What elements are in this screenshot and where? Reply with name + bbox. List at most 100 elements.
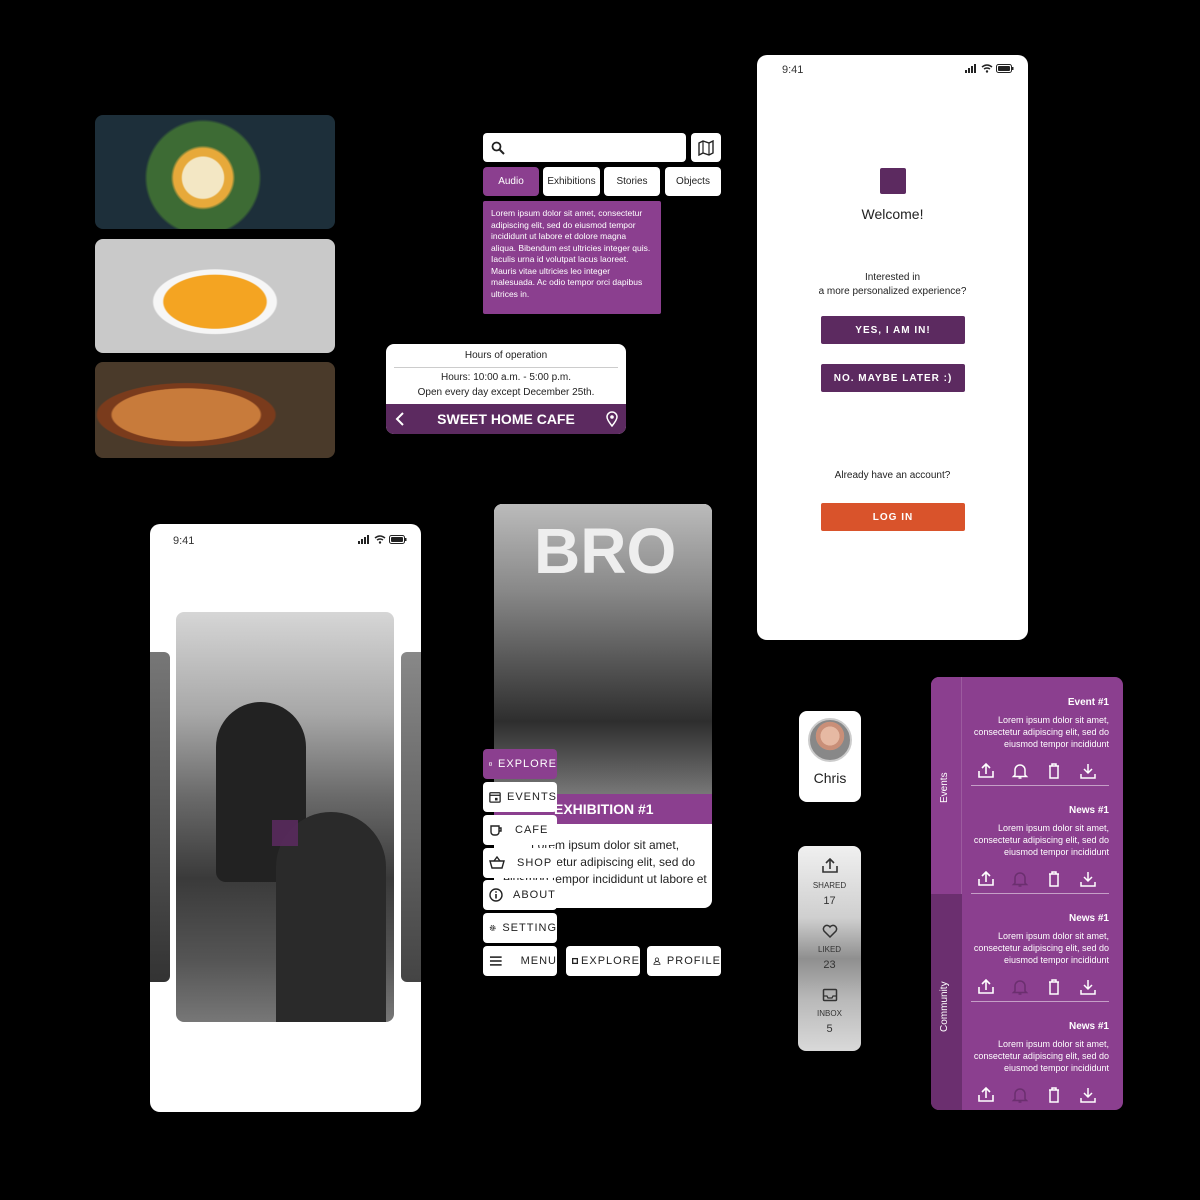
wifi-icon bbox=[374, 535, 386, 544]
bell-icon[interactable] bbox=[1011, 978, 1029, 996]
menu-item-cafe[interactable]: CAFE bbox=[483, 815, 557, 845]
menu-item-label: EXPLORE bbox=[498, 758, 557, 770]
museum-logo-icon bbox=[572, 957, 579, 965]
divider bbox=[971, 893, 1109, 894]
stat-shared[interactable]: SHARED 17 bbox=[798, 857, 861, 907]
side-tab-label: Community bbox=[939, 981, 950, 1032]
featured-photo[interactable] bbox=[176, 612, 394, 1022]
item-actions bbox=[967, 762, 1109, 780]
profile-card[interactable]: Chris bbox=[799, 711, 861, 802]
cafe-name: SWEET HOME CAFE bbox=[437, 411, 575, 427]
maybe-later-button[interactable]: NO. MAYBE LATER :) bbox=[821, 364, 965, 392]
item-actions bbox=[967, 870, 1109, 888]
share-icon[interactable] bbox=[977, 1086, 995, 1104]
stat-liked[interactable]: LIKED 23 bbox=[798, 924, 861, 971]
bottom-nav-label: PROFILE bbox=[666, 955, 721, 967]
cafe-title-bar: SWEET HOME CAFE bbox=[386, 404, 626, 434]
menu-item-label: ABOUT bbox=[513, 889, 556, 901]
menu-item-label: EVENTS bbox=[506, 791, 557, 803]
filter-stories[interactable]: Stories bbox=[604, 167, 660, 196]
side-tab-label: Events bbox=[939, 772, 950, 803]
yes-button[interactable]: YES, I AM IN! bbox=[821, 316, 965, 344]
item-title: News #1 bbox=[1068, 1021, 1109, 1032]
search-icon bbox=[491, 141, 505, 155]
coffee-cup-icon bbox=[490, 825, 502, 836]
trash-icon[interactable] bbox=[1045, 978, 1063, 996]
museum-logo-icon bbox=[272, 820, 298, 846]
community-item[interactable]: News #1 Lorem ipsum dolor sit amet, cons… bbox=[967, 805, 1123, 888]
map-button[interactable] bbox=[691, 133, 721, 162]
menu-item-events[interactable]: EVENTS bbox=[483, 782, 557, 812]
exhibition-overlay-text: BRO bbox=[534, 515, 677, 587]
bell-icon[interactable] bbox=[1011, 762, 1029, 780]
stat-label: INBOX bbox=[817, 1009, 842, 1018]
filter-objects[interactable]: Objects bbox=[665, 167, 721, 196]
item-title: News #1 bbox=[1068, 913, 1109, 924]
download-icon[interactable] bbox=[1079, 762, 1097, 780]
side-tab-events[interactable]: Events bbox=[931, 677, 962, 894]
status-icons bbox=[357, 535, 407, 547]
menu-item-explore[interactable]: EXPLORE bbox=[483, 749, 557, 779]
trash-icon[interactable] bbox=[1045, 762, 1063, 780]
welcome-phone-screen: 9:41 Welcome! Interested in a more perso… bbox=[757, 55, 1028, 640]
signal-icon bbox=[357, 535, 369, 544]
community-item[interactable]: News #1 Lorem ipsum dolor sit amet, cons… bbox=[967, 1021, 1123, 1104]
photo-phone-screen: 9:41 bbox=[150, 524, 421, 1112]
filter-audio[interactable]: Audio bbox=[483, 167, 539, 196]
bottom-nav-label: MENU bbox=[520, 955, 557, 967]
filter-exhibitions[interactable]: Exhibitions bbox=[543, 167, 600, 196]
status-icons bbox=[964, 64, 1014, 76]
cafe-hours-title: Hours of operation bbox=[464, 350, 548, 361]
exhibition-title: EXHIBITION #1 bbox=[554, 801, 654, 817]
info-icon bbox=[489, 888, 503, 902]
bottom-nav-label: EXPLORE bbox=[581, 955, 640, 967]
share-icon[interactable] bbox=[977, 978, 995, 996]
menu-item-setting[interactable]: SETTING bbox=[483, 913, 557, 943]
trash-icon[interactable] bbox=[1045, 870, 1063, 888]
item-description: Lorem ipsum dolor sit amet, consectetur … bbox=[973, 1039, 1109, 1073]
search-input[interactable] bbox=[511, 141, 681, 154]
heart-icon bbox=[822, 924, 837, 939]
item-description: Lorem ipsum dolor sit amet, consectetur … bbox=[973, 931, 1109, 965]
account-prompt: Already have an account? bbox=[834, 470, 951, 481]
download-icon[interactable] bbox=[1079, 1086, 1097, 1104]
chevron-left-icon[interactable] bbox=[394, 412, 406, 426]
download-icon[interactable] bbox=[1079, 870, 1097, 888]
side-photo-left bbox=[150, 652, 170, 982]
share-icon[interactable] bbox=[977, 762, 995, 780]
question-line-1: Interested in bbox=[864, 272, 921, 283]
person-icon bbox=[653, 957, 661, 965]
community-item[interactable]: Event #1 Lorem ipsum dolor sit amet, con… bbox=[967, 697, 1123, 780]
search-bar[interactable] bbox=[483, 133, 686, 162]
menu-item-about[interactable]: ABOUT bbox=[483, 880, 557, 910]
status-bar: 9:41 bbox=[757, 55, 1028, 76]
side-tab-community[interactable]: Community bbox=[931, 894, 962, 1110]
hamburger-icon bbox=[489, 956, 502, 966]
bottom-nav-profile[interactable]: PROFILE bbox=[647, 946, 721, 976]
gear-icon bbox=[489, 925, 496, 931]
status-time: 9:41 bbox=[782, 64, 804, 76]
stats-card: SHARED 17 LIKED 23 INBOX 5 bbox=[798, 846, 861, 1051]
stat-value: 23 bbox=[823, 959, 836, 971]
battery-icon bbox=[996, 64, 1014, 73]
item-actions bbox=[967, 1086, 1109, 1104]
location-pin-icon[interactable] bbox=[606, 411, 618, 427]
cafe-card: Hours of operation Hours: 10:00 a.m. - 5… bbox=[386, 344, 626, 434]
download-icon[interactable] bbox=[1079, 978, 1097, 996]
stat-inbox[interactable]: INBOX 5 bbox=[798, 988, 861, 1035]
trash-icon[interactable] bbox=[1045, 1086, 1063, 1104]
community-item[interactable]: News #1 Lorem ipsum dolor sit amet, cons… bbox=[967, 913, 1123, 996]
share-icon[interactable] bbox=[977, 870, 995, 888]
bell-icon[interactable] bbox=[1011, 870, 1029, 888]
bell-icon[interactable] bbox=[1011, 1086, 1029, 1104]
cafe-hours: Hours: 10:00 a.m. - 5:00 p.m. bbox=[440, 372, 572, 383]
basket-icon bbox=[489, 856, 505, 869]
menu-item-shop[interactable]: SHOP bbox=[483, 848, 557, 878]
community-panel: Events Community Event #1 Lorem ipsum do… bbox=[931, 677, 1123, 1110]
bottom-nav-explore[interactable]: EXPLORE bbox=[566, 946, 640, 976]
status-time: 9:41 bbox=[173, 535, 195, 547]
inbox-icon bbox=[822, 988, 837, 1002]
bottom-nav-menu[interactable]: MENU bbox=[483, 946, 557, 976]
login-button[interactable]: LOG IN bbox=[821, 503, 965, 531]
divider bbox=[971, 785, 1109, 786]
